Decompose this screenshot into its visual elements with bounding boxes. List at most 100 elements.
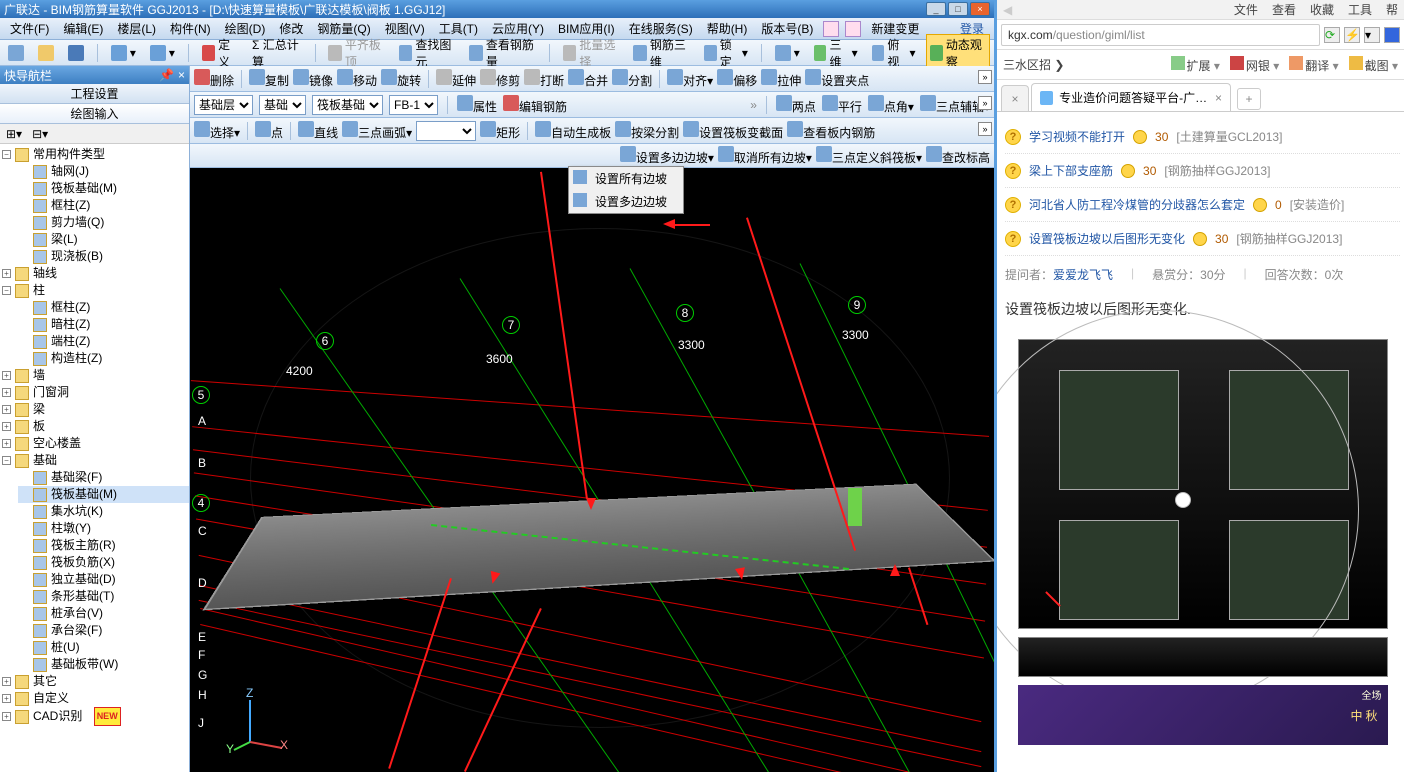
tree-node-fslab[interactable]: 基础板带(W) (18, 656, 189, 673)
tree-node-axisnet[interactable]: 轴网(J) (18, 163, 189, 180)
popup-set-multi-slope[interactable]: 设置多边边坡 (569, 190, 683, 213)
attribute-button[interactable]: 属性 (457, 95, 497, 115)
floor-select[interactable]: 基础层 (194, 95, 253, 115)
tab-close-icon[interactable]: × (1011, 92, 1018, 106)
tree-collapse-icon[interactable]: ⊟▾ (30, 127, 50, 141)
pointangle-button[interactable]: 点角▾ (868, 95, 914, 115)
bookmark-item[interactable]: 三水区招 ❯ (1003, 56, 1064, 73)
beamsplit-button[interactable]: 按梁分割 (615, 121, 679, 141)
question-link[interactable]: 学习视频不能打开 (1029, 128, 1125, 145)
view-mode-icon[interactable]: ▾ (771, 43, 804, 63)
break-button[interactable]: 打断 (524, 69, 564, 89)
browser-tab-1[interactable]: × (1001, 85, 1029, 111)
tree-node-framecol2[interactable]: 框柱(Z) (18, 299, 189, 316)
close-button[interactable]: × (970, 2, 990, 16)
tree-node-custom[interactable]: +自定义 (2, 690, 189, 707)
tree-node-iso[interactable]: 独立基础(D) (18, 571, 189, 588)
type-select[interactable]: 筏板基础 (312, 95, 383, 115)
open-icon[interactable] (34, 43, 58, 63)
question-link[interactable]: 设置筏板边坡以后图形无变化 (1029, 230, 1185, 247)
tree-node-opening[interactable]: +门窗洞 (2, 384, 189, 401)
overflow-icon[interactable]: » (978, 122, 992, 136)
trim-button[interactable]: 修剪 (480, 69, 520, 89)
asker-link[interactable]: 爱爱龙飞飞 (1053, 268, 1113, 282)
undo-icon[interactable]: ▾ (107, 43, 140, 63)
tree-node-framecol[interactable]: 框柱(Z) (18, 197, 189, 214)
stretch-button[interactable]: 拉伸 (761, 69, 801, 89)
minimize-button[interactable]: _ (926, 2, 946, 16)
ext-icon[interactable] (1384, 27, 1400, 43)
arc-button[interactable]: 三点画弧▾ (342, 121, 412, 141)
lightning-icon[interactable]: ⚡ (1344, 27, 1360, 43)
tree-node-common[interactable]: −常用构件类型 (2, 146, 189, 163)
redo-icon[interactable]: ▾ (146, 43, 179, 63)
select-button[interactable]: 选择▾ (194, 121, 240, 141)
nav-tab-draw[interactable]: 绘图输入 (0, 104, 189, 124)
question-link[interactable]: 河北省人防工程冷煤管的分歧器怎么套定 (1029, 196, 1245, 213)
tree-node-castslab[interactable]: 现浇板(B) (18, 248, 189, 265)
thumbnail-image-2[interactable] (1018, 637, 1388, 677)
tree-node-pile[interactable]: 桩(U) (18, 639, 189, 656)
tree-node-axis[interactable]: +轴线 (2, 265, 189, 282)
tree-node-raftneg[interactable]: 筏板负筋(X) (18, 554, 189, 571)
mirror-button[interactable]: 镜像 (293, 69, 333, 89)
ad-banner[interactable]: 全场 中 秋 (1018, 685, 1388, 745)
tree-node-colcap[interactable]: 柱墩(Y) (18, 520, 189, 537)
setclip-button[interactable]: 设置夹点 (805, 69, 869, 89)
line-button[interactable]: 直线 (298, 121, 338, 141)
ext-dropdown[interactable]: 扩展 (1171, 56, 1220, 74)
question-item[interactable]: ?设置筏板边坡以后图形无变化30[钢筋抽样GGJ2013] (1005, 222, 1400, 256)
tree-node-pilecap[interactable]: 桩承台(V) (18, 605, 189, 622)
arc-options-select[interactable] (416, 121, 476, 141)
tree-node-other[interactable]: +其它 (2, 673, 189, 690)
back-icon[interactable]: ◀ (1003, 3, 1012, 17)
def3pt-button[interactable]: 三点定义斜筏板▾ (816, 146, 922, 166)
setmulti-button[interactable]: 设置多边边坡▾ (620, 146, 714, 166)
extend-button[interactable]: 延伸 (436, 69, 476, 89)
top-fav[interactable]: 收藏 (1310, 1, 1334, 18)
refresh-icon[interactable]: ⟳ (1324, 27, 1340, 43)
tree-node-beam[interactable]: 梁(L) (18, 231, 189, 248)
split-button[interactable]: 分割 (612, 69, 652, 89)
changeelev-button[interactable]: 查改标高 (926, 146, 990, 166)
offset-button[interactable]: 偏移 (717, 69, 757, 89)
copy-button[interactable]: 复制 (249, 69, 289, 89)
menu-edit[interactable]: 编辑(E) (57, 18, 109, 39)
menu-floor[interactable]: 楼层(L) (111, 18, 162, 39)
translate-dropdown[interactable]: 翻译 (1289, 56, 1338, 74)
pin-icon[interactable]: 📌 (159, 68, 174, 82)
top-tool[interactable]: 工具 (1348, 1, 1372, 18)
question-link[interactable]: 梁上下部支座筋 (1029, 162, 1113, 179)
tree-node-slab[interactable]: +板 (2, 418, 189, 435)
tree-node-raft[interactable]: 筏板基础(M) (18, 180, 189, 197)
tree-node-raftmain[interactable]: 筏板主筋(R) (18, 537, 189, 554)
component-tree[interactable]: −常用构件类型 轴网(J) 筏板基础(M) 框柱(Z) 剪力墙(Q) 梁(L) … (0, 144, 189, 772)
edit-rebar-button[interactable]: 编辑钢筋 (503, 95, 567, 115)
save-icon[interactable] (64, 43, 88, 63)
tree-node-strip[interactable]: 条形基础(T) (18, 588, 189, 605)
dropdown-icon[interactable]: ▾ (1364, 27, 1380, 43)
rotate-button[interactable]: 旋转 (381, 69, 421, 89)
point-button[interactable]: 点 (255, 121, 283, 141)
thumbnail-image-1[interactable] (1018, 339, 1388, 629)
maximize-button[interactable]: □ (948, 2, 968, 16)
tree-node-conscol[interactable]: 构造柱(Z) (18, 350, 189, 367)
question-item[interactable]: ?学习视频不能打开30[土建算量GCL2013] (1005, 120, 1400, 154)
tree-node-hollow[interactable]: +空心楼盖 (2, 435, 189, 452)
parallel-button[interactable]: 平行 (822, 95, 862, 115)
setsection-button[interactable]: 设置筏板变截面 (683, 121, 783, 141)
tree-node-fbeam[interactable]: 基础梁(F) (18, 469, 189, 486)
close-panel-icon[interactable]: × (178, 68, 185, 82)
overflow-icon[interactable]: » (978, 70, 992, 84)
screenshot-dropdown[interactable]: 截图 (1349, 56, 1398, 74)
nav-tab-settings[interactable]: 工程设置 (0, 84, 189, 104)
tree-node-foundation[interactable]: −基础 (2, 452, 189, 469)
merge-button[interactable]: 合并 (568, 69, 608, 89)
popup-set-all-slope[interactable]: 设置所有边坡 (569, 167, 683, 190)
url-input[interactable]: kgx.com/question/giml/list (1001, 24, 1320, 46)
top-file[interactable]: 文件 (1234, 1, 1258, 18)
question-item[interactable]: ?梁上下部支座筋30[钢筋抽样GGJ2013] (1005, 154, 1400, 188)
category-select[interactable]: 基础 (259, 95, 306, 115)
move-button[interactable]: 移动 (337, 69, 377, 89)
tree-node-cad[interactable]: +CAD识别 NEW (2, 707, 189, 726)
